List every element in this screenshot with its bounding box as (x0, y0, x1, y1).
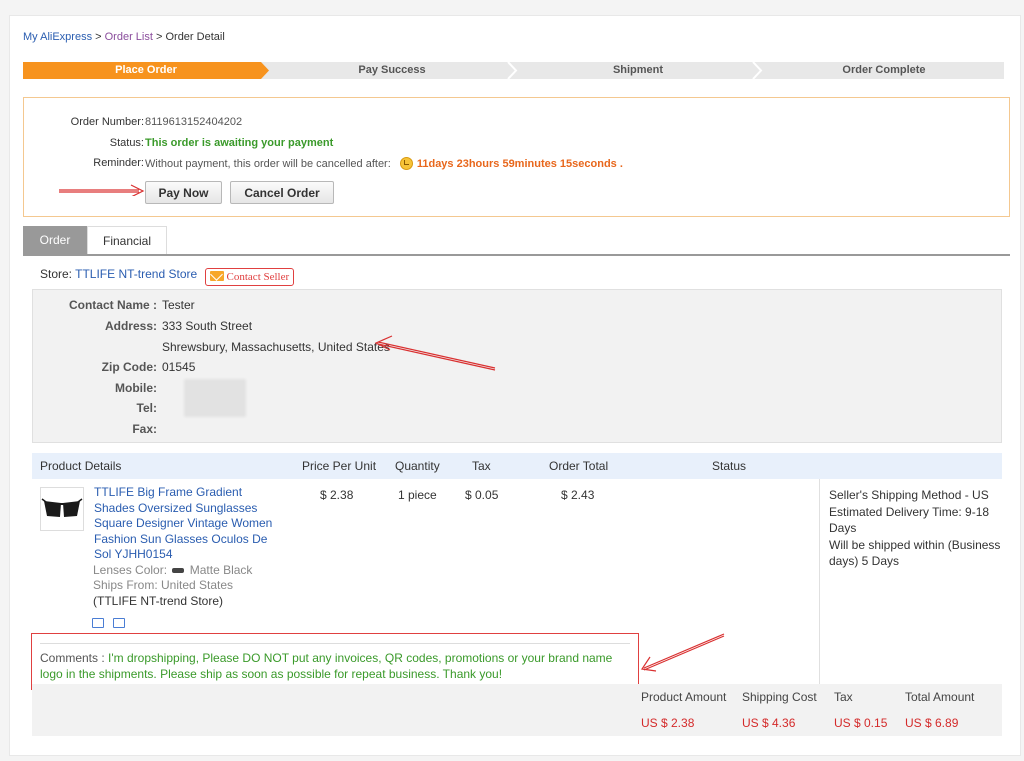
step-pay-success: Pay Success (358, 64, 426, 76)
breadcrumb-order-list[interactable]: Order List (105, 31, 153, 43)
order-summary: Product Amount Shipping Cost Tax Total A… (32, 684, 1002, 736)
zip-code-label: Zip Code: (101, 360, 157, 374)
order-status: This order is awaiting your payment (145, 137, 334, 149)
product-thumbnail[interactable] (40, 487, 84, 531)
redacted-phone-block (184, 379, 246, 417)
lens-color-line: Lenses Color: Matte Black (93, 563, 283, 579)
shipping-cost: US $ 4.36 (742, 716, 796, 730)
step-shipment: Shipment (612, 64, 664, 76)
shipping-method: Seller's Shipping Method - US (829, 488, 989, 502)
contact-name-label: Contact Name : (68, 298, 157, 312)
shipping-cost-label: Shipping Cost (742, 690, 817, 704)
annotation-arrow-icon (640, 633, 725, 672)
truck-icon[interactable] (92, 618, 104, 628)
reminder-message: Without payment, this order will be canc… (145, 158, 391, 170)
price-per-unit: $ 2.38 (320, 488, 354, 502)
breadcrumb: My AliExpress > Order List > Order Detai… (23, 31, 225, 43)
comments-label: Comments : (40, 651, 105, 665)
detail-tabs: Order Financial (23, 226, 1010, 256)
fax-label: Fax: (132, 422, 157, 436)
header-order-total: Order Total (549, 459, 609, 473)
address-label: Address: (104, 319, 157, 333)
breadcrumb-separator: > (92, 31, 105, 43)
arrow-right-icon (59, 184, 145, 196)
contact-seller-button[interactable]: Contact Seller (204, 268, 295, 286)
product-amount: US $ 2.38 (641, 716, 695, 730)
product-details-cell: TTLIFE Big Frame Gradient Shades Oversiz… (93, 485, 283, 609)
product-table-header: Product Details Price Per Unit Quantity … (32, 453, 1002, 479)
mobile-label: Mobile: (115, 381, 157, 395)
store-name-link[interactable]: TTLIFE NT-trend Store (75, 267, 197, 281)
countdown-suffix: . (619, 158, 623, 170)
shipping-address-box: Contact Name : Tester Address: 333 South… (32, 289, 1002, 443)
clock-icon (399, 157, 413, 170)
step-order-complete: Order Complete (842, 64, 926, 76)
ship-within: Will be shipped within (Business days) 5… (829, 537, 1001, 569)
store-reference: (TTLIFE NT-trend Store) (93, 593, 224, 608)
comments-box: Comments : I'm dropshipping, Please DO N… (31, 633, 639, 690)
tel-label: Tel: (136, 401, 157, 415)
envelope-icon (209, 271, 224, 281)
total-amount-label: Total Amount (905, 690, 975, 704)
product-amount-label: Product Amount (641, 690, 727, 704)
tab-order[interactable]: Order (23, 226, 87, 254)
quantity: 1 piece (398, 488, 437, 502)
reminder-label: Reminder: (93, 157, 144, 169)
sunglasses-image (41, 498, 83, 517)
estimated-delivery: Estimated Delivery Time: 9-18 Days (829, 504, 990, 536)
lens-color-label: Lenses Color: (93, 562, 168, 577)
comments-text: I'm dropshipping, Please DO NOT put any … (40, 651, 613, 681)
product-title-link[interactable]: TTLIFE Big Frame Gradient Shades Oversiz… (93, 485, 283, 563)
ships-from: Ships From: United States (93, 578, 234, 592)
order-progress-steps: Place Order Pay Success Shipment Order C… (23, 62, 1007, 79)
cancel-order-button[interactable]: Cancel Order (230, 181, 334, 204)
comments-content: Comments : I'm dropshipping, Please DO N… (40, 643, 630, 682)
address-line-2: Shrewsbury, Massachusetts, United States (162, 340, 390, 354)
step-place-order: Place Order (115, 64, 177, 76)
payment-countdown: 11days 23hours 59minutes 15seconds (416, 158, 617, 170)
header-price-per-unit: Price Per Unit (302, 459, 377, 473)
order-detail-page: My AliExpress > Order List > Order Detai… (9, 15, 1021, 756)
breadcrumb-separator: > (152, 31, 166, 43)
store-label: Store: (40, 267, 73, 281)
order-total: $ 2.43 (561, 488, 595, 502)
breadcrumb-my-aliexpress[interactable]: My AliExpress (23, 31, 92, 43)
address-line-1: 333 South Street (162, 319, 253, 333)
header-status: Status (712, 459, 747, 473)
header-tax: Tax (472, 459, 491, 473)
tax-amount: US $ 0.15 (834, 716, 888, 730)
status-label: Status: (109, 137, 144, 149)
annotation-arrow-icon (374, 335, 496, 371)
order-number: 8119613152404202 (145, 116, 243, 128)
tax: $ 0.05 (465, 488, 499, 502)
store-line: Store: TTLIFE NT-trend Store Contact Sel… (40, 267, 295, 286)
header-quantity: Quantity (395, 459, 440, 473)
pay-now-button[interactable]: Pay Now (145, 181, 222, 204)
card-icon[interactable] (113, 618, 125, 628)
breadcrumb-current: Order Detail (165, 31, 225, 43)
reminder-text: Without payment, this order will be canc… (145, 157, 623, 170)
header-product-details: Product Details (40, 459, 122, 473)
tax-label: Tax (834, 690, 853, 704)
contact-name: Tester (162, 298, 195, 312)
column-divider (819, 479, 820, 689)
shipping-info: Seller's Shipping Method - US Estimated … (829, 487, 1004, 570)
zip-code: 01545 (162, 360, 196, 374)
sunglasses-swatch-icon (172, 567, 185, 573)
order-status-box: Order Number: 8119613152404202 Status: T… (23, 97, 1010, 217)
contact-seller-label: Contact Seller (226, 271, 290, 283)
tab-financial[interactable]: Financial (87, 226, 167, 254)
order-number-label: Order Number: (70, 116, 144, 128)
total-amount: US $ 6.89 (905, 716, 959, 730)
lens-color-value: Matte Black (189, 562, 253, 577)
